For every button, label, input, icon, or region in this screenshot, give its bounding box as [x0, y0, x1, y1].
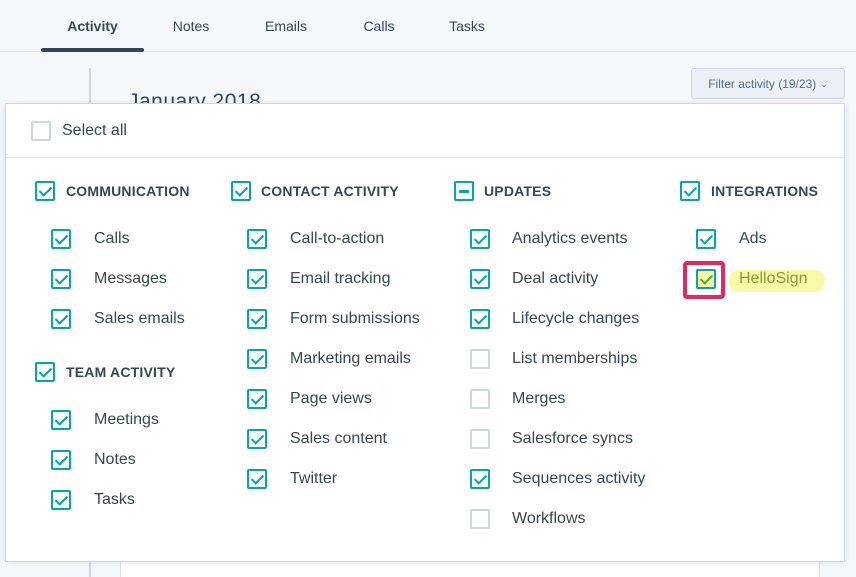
filter-label-salesforce-syncs[interactable]: Salesforce syncs [512, 430, 633, 448]
checkbox-meetings[interactable] [51, 410, 71, 430]
filter-label-call-to-action[interactable]: Call-to-action [290, 230, 384, 248]
checkbox-page-views[interactable] [247, 389, 267, 409]
filter-label-lifecycle-changes[interactable]: Lifecycle changes [512, 310, 639, 328]
group-label-team-activity[interactable]: TEAM ACTIVITY [66, 364, 175, 380]
filter-label-sales-content[interactable]: Sales content [290, 430, 387, 448]
filter-label-meetings[interactable]: Meetings [94, 411, 159, 429]
checkbox-messages[interactable] [51, 269, 71, 289]
filter-label-messages[interactable]: Messages [94, 270, 167, 288]
checkbox-marketing-emails[interactable] [247, 349, 267, 369]
contact-activity-page: Activity Notes Emails Calls Tasks Januar… [0, 0, 856, 577]
filter-label-tasks[interactable]: Tasks [94, 491, 135, 509]
checkbox-email-tracking[interactable] [247, 269, 267, 289]
activity-tabs: Activity Notes Emails Calls Tasks [0, 0, 856, 52]
tab-notes[interactable]: Notes [155, 0, 227, 52]
filter-label-list-memberships[interactable]: List memberships [512, 350, 637, 368]
filter-label-email-tracking[interactable]: Email tracking [290, 270, 390, 288]
checkbox-calls[interactable] [51, 229, 71, 249]
group-checkbox-updates[interactable] [454, 181, 474, 201]
checkbox-sales-emails[interactable] [51, 309, 71, 329]
tab-activity[interactable]: Activity [41, 0, 144, 52]
checkbox-salesforce-syncs[interactable] [470, 429, 490, 449]
hellosign-annotation-box [683, 261, 725, 299]
filter-label-workflows[interactable]: Workflows [512, 510, 586, 528]
checkbox-tasks[interactable] [51, 490, 71, 510]
filter-label-twitter[interactable]: Twitter [290, 470, 337, 488]
checkbox-notes[interactable] [51, 450, 71, 470]
filter-label-merges[interactable]: Merges [512, 390, 565, 408]
group-label-updates[interactable]: UPDATES [484, 183, 551, 199]
checkbox-analytics-events[interactable] [470, 229, 490, 249]
filter-activity-label: Filter activity (19/23) [708, 76, 817, 91]
select-all-row: Select all [6, 104, 844, 158]
filter-label-marketing-emails[interactable]: Marketing emails [290, 350, 411, 368]
group-label-contact-activity[interactable]: CONTACT ACTIVITY [261, 183, 399, 199]
filter-label-notes[interactable]: Notes [94, 451, 136, 469]
select-all-label[interactable]: Select all [62, 122, 127, 140]
group-checkbox-contact-activity[interactable] [231, 181, 251, 201]
filter-label-calls[interactable]: Calls [94, 230, 130, 248]
filter-label-sales-emails[interactable]: Sales emails [94, 310, 185, 328]
checkbox-lifecycle-changes[interactable] [470, 309, 490, 329]
checkbox-sequences-activity[interactable] [470, 469, 490, 489]
filter-label-page-views[interactable]: Page views [290, 390, 372, 408]
filter-label-hellosign[interactable]: HelloSign [739, 270, 807, 288]
group-label-integrations[interactable]: INTEGRATIONS [711, 183, 818, 199]
checkbox-sales-content[interactable] [247, 429, 267, 449]
activity-filter-dropdown: Select all COMMUNICATION Calls Messages … [5, 103, 845, 562]
tab-tasks[interactable]: Tasks [431, 0, 503, 52]
tab-calls[interactable]: Calls [343, 0, 415, 52]
checkbox-call-to-action[interactable] [247, 229, 267, 249]
tab-emails[interactable]: Emails [250, 0, 322, 52]
filter-label-deal-activity[interactable]: Deal activity [512, 270, 598, 288]
checkbox-deal-activity[interactable] [470, 269, 490, 289]
active-tab-indicator [41, 48, 144, 52]
checkbox-merges[interactable] [470, 389, 490, 409]
filter-label-form-submissions[interactable]: Form submissions [290, 310, 420, 328]
group-checkbox-communication[interactable] [35, 181, 55, 201]
checkbox-ads[interactable] [696, 229, 716, 249]
chevron-down-icon: ⌄ [820, 78, 828, 89]
checkbox-form-submissions[interactable] [247, 309, 267, 329]
select-all-checkbox[interactable] [31, 121, 51, 141]
group-checkbox-team-activity[interactable] [35, 362, 55, 382]
filter-label-analytics-events[interactable]: Analytics events [512, 230, 628, 248]
checkbox-twitter[interactable] [247, 469, 267, 489]
group-label-communication[interactable]: COMMUNICATION [66, 183, 190, 199]
filter-label-ads[interactable]: Ads [739, 230, 767, 248]
filter-label-sequences-activity[interactable]: Sequences activity [512, 470, 645, 488]
group-checkbox-integrations[interactable] [680, 181, 700, 201]
filter-activity-button[interactable]: Filter activity (19/23) ⌄ [691, 68, 845, 99]
checkbox-workflows[interactable] [470, 509, 490, 529]
checkbox-list-memberships[interactable] [470, 349, 490, 369]
